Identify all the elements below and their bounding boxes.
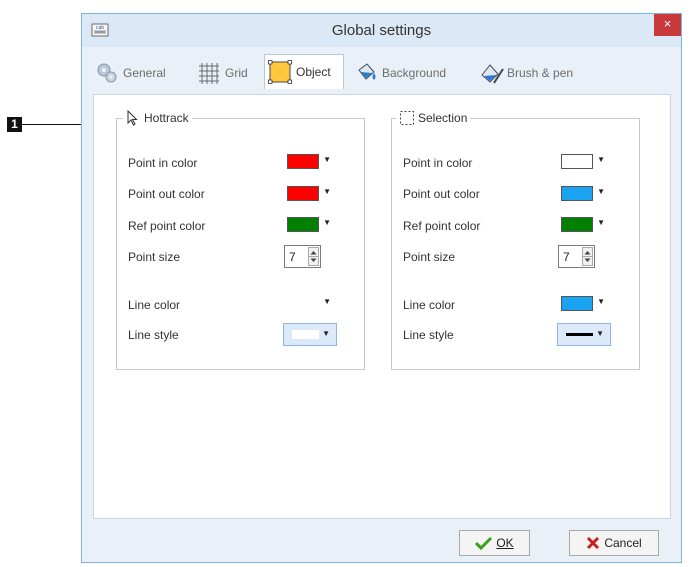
gears-icon — [95, 61, 119, 85]
selection-point-in-color-label: Point in color — [403, 156, 473, 170]
selection-ref-point-color-label: Ref point color — [403, 219, 481, 233]
selection-line-color-picker[interactable]: ▼ — [557, 293, 611, 314]
point-size-value: 7 — [289, 250, 296, 264]
ok-label: OK — [496, 536, 514, 550]
dashed-selection-icon — [399, 110, 415, 126]
color-swatch — [561, 186, 593, 201]
chevron-down-icon: ▼ — [323, 218, 331, 227]
hottrack-point-size-label: Point size — [128, 250, 181, 264]
hottrack-point-size-spinner[interactable]: 7 — [284, 245, 321, 268]
selection-legend: Selection — [396, 109, 471, 127]
tab-brush-pen[interactable]: Brush & pen — [479, 58, 573, 88]
hottrack-ref-point-color-label: Ref point color — [128, 219, 206, 233]
color-swatch — [287, 154, 319, 169]
window-title: Global settings — [331, 22, 432, 39]
chevron-down-icon: ▼ — [323, 155, 331, 164]
selection-point-out-color-picker[interactable]: ▼ — [557, 183, 611, 204]
hottrack-point-in-color-label: Point in color — [128, 156, 198, 170]
cancel-label: Cancel — [604, 536, 642, 550]
chevron-down-icon: ▼ — [322, 329, 330, 338]
point-size-value: 7 — [563, 250, 570, 264]
tab-general-label: General — [123, 66, 166, 80]
line-style-sample — [292, 330, 319, 339]
chevron-down-icon: ▼ — [596, 329, 604, 338]
spin-buttons[interactable] — [308, 247, 319, 266]
chevron-down-icon: ▼ — [323, 187, 331, 196]
hottrack-title: Hottrack — [144, 111, 189, 125]
selection-point-size-label: Point size — [403, 250, 456, 264]
chevron-down-icon: ▼ — [597, 187, 605, 196]
callout-1: 1 — [7, 117, 22, 132]
grid-icon — [197, 61, 221, 85]
hottrack-legend: Hottrack — [123, 109, 192, 127]
object-square-icon — [268, 60, 292, 84]
chevron-down-icon: ▼ — [597, 218, 605, 227]
color-swatch — [561, 154, 593, 169]
color-swatch — [287, 296, 319, 311]
color-swatch — [287, 217, 319, 232]
color-swatch — [561, 217, 593, 232]
selection-line-color-label: Line color — [403, 298, 456, 312]
cross-icon — [586, 536, 600, 550]
cursor-arrow-icon — [126, 109, 140, 126]
hottrack-line-style-dropdown[interactable]: ▼ — [283, 323, 337, 346]
hottrack-line-color-picker[interactable]: ▼ — [283, 293, 337, 314]
tab-background-label: Background — [382, 66, 447, 80]
chevron-down-icon: ▼ — [597, 155, 605, 164]
close-icon: × — [663, 16, 672, 31]
color-swatch — [561, 296, 593, 311]
line-style-sample — [566, 333, 593, 336]
brush-pen-icon — [479, 61, 504, 85]
tab-brush-pen-label: Brush & pen — [507, 66, 574, 80]
tab-object-label: Object — [296, 65, 331, 79]
tab-grid[interactable]: Grid — [197, 58, 248, 88]
chevron-down-icon: ▼ — [597, 297, 605, 306]
close-button[interactable]: × — [654, 14, 681, 36]
hottrack-point-out-color-picker[interactable]: ▼ — [283, 183, 337, 204]
selection-point-size-spinner[interactable]: 7 — [558, 245, 595, 268]
selection-line-style-label: Line style — [403, 328, 454, 342]
hottrack-line-color-label: Line color — [128, 298, 181, 312]
selection-ref-point-color-picker[interactable]: ▼ — [557, 214, 611, 235]
global-settings-window: cab Global settings × General Grid Objec… — [81, 13, 682, 563]
cancel-button[interactable]: Cancel — [569, 530, 659, 556]
object-tab-page: Hottrack Point in color ▼ Point out colo… — [93, 94, 671, 519]
hottrack-line-style-label: Line style — [128, 328, 179, 342]
selection-point-out-color-label: Point out color — [403, 187, 480, 201]
selection-title: Selection — [418, 111, 468, 125]
hottrack-point-out-color-label: Point out color — [128, 187, 205, 201]
tab-grid-label: Grid — [225, 66, 248, 80]
paint-bucket-icon — [354, 61, 378, 85]
hottrack-ref-point-color-picker[interactable]: ▼ — [283, 214, 337, 235]
selection-line-style-dropdown[interactable]: ▼ — [557, 323, 611, 346]
chevron-down-icon: ▼ — [323, 297, 331, 306]
checkmark-icon — [475, 536, 493, 551]
ok-button[interactable]: OK — [459, 530, 530, 556]
tab-object[interactable]: Object — [264, 54, 344, 89]
tab-general[interactable]: General — [95, 58, 166, 88]
spin-buttons[interactable] — [582, 247, 593, 266]
tab-background[interactable]: Background — [354, 58, 446, 88]
color-swatch — [287, 186, 319, 201]
hottrack-point-in-color-picker[interactable]: ▼ — [283, 151, 337, 172]
selection-point-in-color-picker[interactable]: ▼ — [557, 151, 611, 172]
